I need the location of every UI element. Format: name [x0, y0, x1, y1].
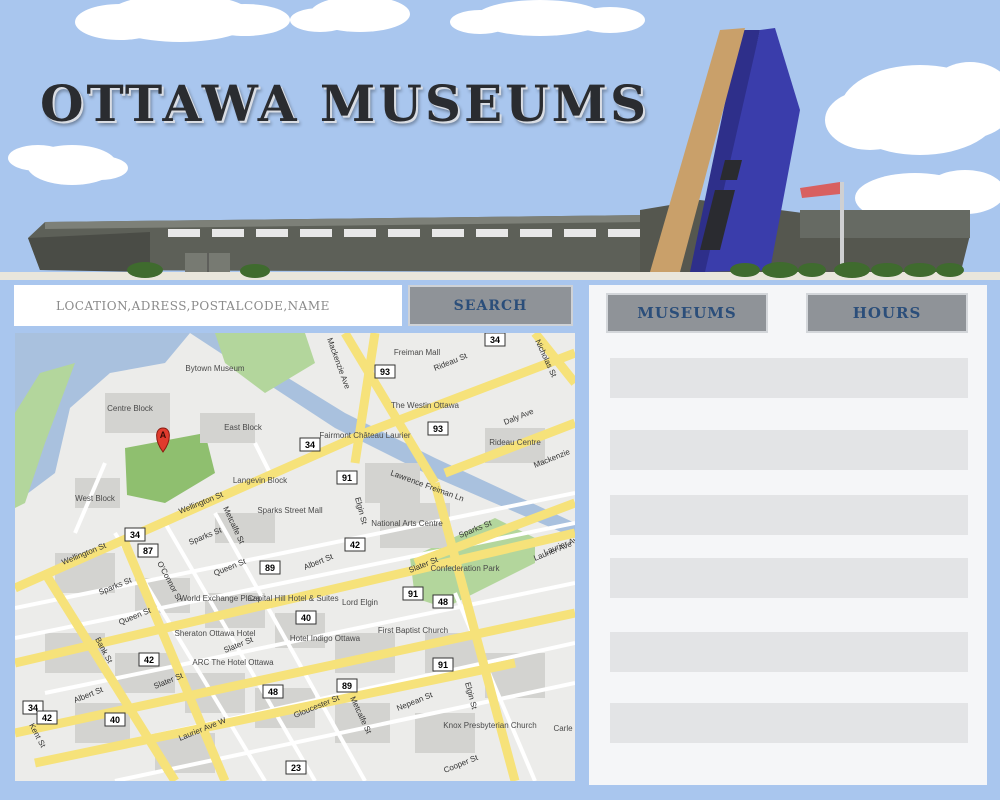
search-button[interactable]: SEARCH [408, 285, 573, 326]
place-label: Bytown Museum [185, 364, 244, 373]
hours-button[interactable]: HOURS [806, 293, 968, 333]
route-shield-label: 91 [408, 589, 418, 599]
result-row[interactable] [610, 703, 968, 743]
place-label: Capital Hill Hotel & Suites [247, 594, 338, 603]
place-label: Knox Presbyterian Church [443, 721, 536, 730]
result-row[interactable] [610, 430, 968, 470]
route-shield-label: 91 [438, 660, 448, 670]
page-title: OTTAWA MUSEUMS [40, 74, 650, 133]
result-row[interactable] [610, 558, 968, 598]
place-label: Freiman Mall [394, 348, 440, 357]
place-label: Centre Block [107, 404, 154, 413]
route-shield-label: 42 [350, 540, 360, 550]
place-label: West Block [75, 494, 116, 503]
place-label: The Westin Ottawa [391, 401, 459, 410]
route-shield-label: 48 [438, 597, 448, 607]
place-label: National Arts Centre [371, 519, 443, 528]
route-shield-label: 93 [380, 367, 390, 377]
place-label: East Block [224, 423, 263, 432]
route-shield-label: 34 [130, 530, 140, 540]
route-shield-label: 34 [305, 440, 315, 450]
route-shield-label: 89 [342, 681, 352, 691]
place-label: Fairmont Château Laurier [319, 431, 410, 440]
route-shield-label: 40 [110, 715, 120, 725]
route-shield-label: 93 [433, 424, 443, 434]
route-shield-label: 89 [265, 563, 275, 573]
header-banner [0, 0, 1000, 285]
route-shield-label: 48 [268, 687, 278, 697]
route-shield-label: 40 [301, 613, 311, 623]
place-label: Langevin Block [233, 476, 288, 485]
route-shield-label: 91 [342, 473, 352, 483]
route-shield-label: 42 [42, 713, 52, 723]
result-row[interactable] [610, 495, 968, 535]
place-label: Lord Elgin [342, 598, 378, 607]
search-input[interactable] [14, 285, 402, 326]
route-shield-label: 87 [143, 546, 153, 556]
place-label: Rideau Centre [489, 438, 541, 447]
route-shield-label: 42 [144, 655, 154, 665]
route-shield-label: 23 [291, 763, 301, 773]
marker-label: A [160, 430, 167, 440]
place-label: Sparks Street Mall [257, 506, 323, 515]
museums-button[interactable]: MUSEUMS [606, 293, 768, 333]
place-label: ARC The Hotel Ottawa [192, 658, 274, 667]
map-view[interactable]: 93 34 93 34 91 42 87 34 89 91 48 40 42 9… [15, 333, 575, 781]
place-label: Sheraton Ottawa Hotel [175, 629, 256, 638]
place-label: Carle [553, 724, 573, 733]
place-label: Confederation Park [431, 564, 501, 573]
place-label: Hotel Indigo Ottawa [290, 634, 361, 643]
result-row[interactable] [610, 632, 968, 672]
results-panel: MUSEUMS HOURS [589, 285, 987, 785]
route-shield-label: 34 [490, 335, 500, 345]
result-row[interactable] [610, 358, 968, 398]
place-label: First Baptist Church [378, 626, 448, 635]
